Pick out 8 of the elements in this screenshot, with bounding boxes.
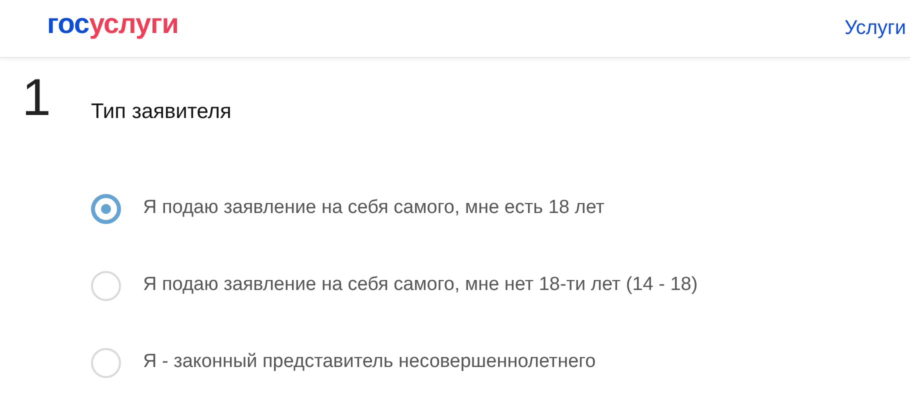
step-number: 1 — [22, 72, 52, 128]
logo[interactable]: госуслуги — [47, 10, 178, 38]
radio-button[interactable] — [91, 194, 121, 224]
services-link[interactable]: Услуги — [844, 12, 906, 42]
step-title: Тип заявителя — [91, 99, 232, 125]
radio-option[interactable]: Я подаю заявление на себя самого, мне нет 18-ти лет (14 - 18) — [91, 270, 910, 300]
radio-option[interactable]: Я подаю заявление на себя самого, мне есть 18 лет — [91, 194, 910, 224]
radio-option[interactable]: Я - законный представитель несовершеннолетнего — [91, 348, 910, 378]
